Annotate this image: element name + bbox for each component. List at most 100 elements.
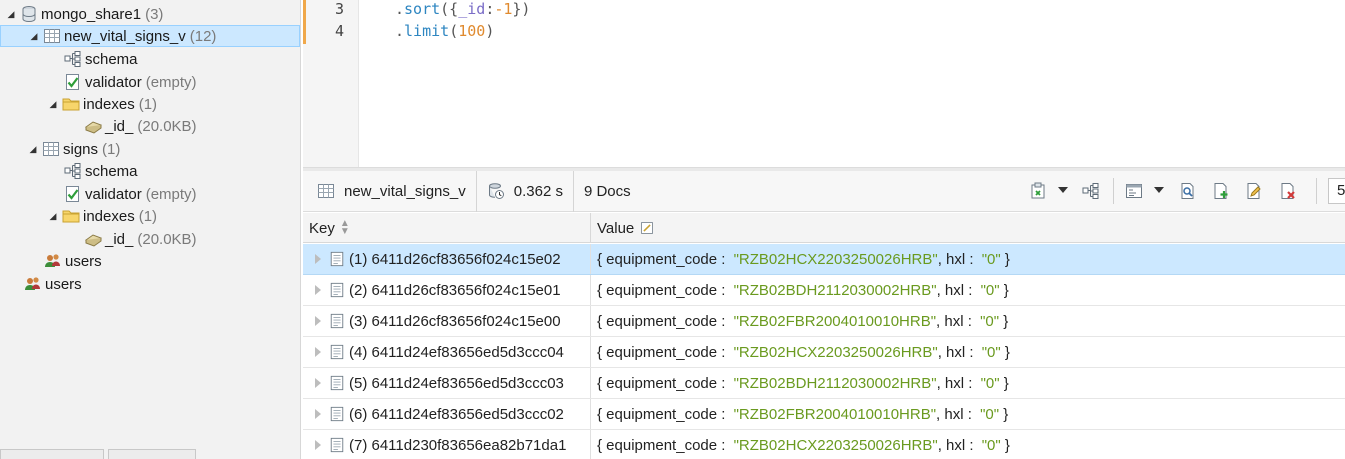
index-icon xyxy=(84,117,102,135)
view-mode-button[interactable] xyxy=(1124,181,1144,201)
export-button[interactable] xyxy=(1029,181,1049,201)
row-key-cell[interactable]: (2) 6411d26cf83656f024c15e01 xyxy=(303,275,591,305)
row-key-text: (7) 6411d230f83656ea82b71da1 xyxy=(349,436,567,454)
export-dropdown-caret-icon[interactable] xyxy=(1058,187,1068,193)
equipment-code-value: "RZB02FBR2004010010HRB" xyxy=(733,405,937,423)
expand-row-arrow-icon[interactable] xyxy=(315,285,321,295)
collection-icon xyxy=(42,140,60,158)
tree-item-index-id[interactable]: _id_ (20.0KB) xyxy=(0,115,300,137)
tree-item-collection-new-vital-signs-v[interactable]: ◢ new_vital_signs_v (12) xyxy=(0,25,300,47)
row-value-cell[interactable]: { equipment_code : "RZB02HCX2203250026HR… xyxy=(591,337,1010,367)
value-prefix: { equipment_code : xyxy=(597,312,730,330)
row-value-cell[interactable]: { equipment_code : "RZB02BDH2112030002HR… xyxy=(591,275,1009,305)
row-key-cell[interactable]: (6) 6411d24ef83656ed5d3ccc02 xyxy=(303,399,591,429)
row-value-cell[interactable]: { equipment_code : "RZB02FBR2004010010HR… xyxy=(591,306,1008,336)
tree-item-database[interactable]: ◢ mongo_share1 (3) xyxy=(0,3,300,25)
code-line[interactable]: .sort({_id:-1}) xyxy=(395,0,530,18)
edit-document-icon xyxy=(1247,183,1261,199)
table-row[interactable]: (2) 6411d26cf83656f024c15e01 { equipment_… xyxy=(303,275,1345,306)
collapse-arrow-icon[interactable]: ◢ xyxy=(6,9,16,19)
column-header-key[interactable]: Key ▲ ▼ xyxy=(303,213,591,243)
sort-icon[interactable]: ▲ ▼ xyxy=(340,219,350,237)
document-icon xyxy=(330,406,344,422)
schema-view-button[interactable] xyxy=(1081,181,1101,201)
row-value-cell[interactable]: { equipment_code : "RZB02HCX2203250026HR… xyxy=(591,244,1010,274)
expand-row-arrow-icon[interactable] xyxy=(315,409,321,419)
view-document-button[interactable] xyxy=(1178,181,1198,201)
tree-item-count: (empty) xyxy=(145,185,197,203)
tree-item-label: users xyxy=(65,252,102,270)
column-header-label: Value xyxy=(597,219,635,237)
row-key-cell[interactable]: (4) 6411d24ef83656ed5d3ccc04 xyxy=(303,337,591,367)
results-collection: new_vital_signs_v xyxy=(303,170,477,212)
tree-item-index-id[interactable]: _id_ (20.0KB) xyxy=(0,228,300,250)
tree-item-validator[interactable]: validator (empty) xyxy=(0,71,300,93)
edit-document-button[interactable] xyxy=(1244,181,1264,201)
view-mode-dropdown-caret-icon[interactable] xyxy=(1154,187,1164,193)
tree-item-count: (1) xyxy=(102,140,121,158)
row-key-cell[interactable]: (7) 6411d230f83656ea82b71da1 xyxy=(303,430,591,459)
collapse-arrow-icon[interactable]: ◢ xyxy=(29,31,39,41)
table-row[interactable]: (1) 6411d26cf83656f024c15e02 { equipment_… xyxy=(303,244,1345,275)
expand-row-arrow-icon[interactable] xyxy=(315,440,321,450)
panel-tab[interactable] xyxy=(0,449,104,459)
delete-document-button[interactable] xyxy=(1278,181,1298,201)
value-suffix: } xyxy=(1000,343,1010,361)
view-mode-icon xyxy=(1126,184,1142,198)
toolbar-separator xyxy=(1316,178,1317,204)
delete-document-icon xyxy=(1281,183,1295,199)
tree-item-collection-signs[interactable]: ◢ signs (1) xyxy=(0,138,300,160)
query-editor[interactable]: 3 4 .sort({_id:-1}) .limit(100) xyxy=(303,0,1345,168)
row-value-cell[interactable]: { equipment_code : "RZB02BDH2112030002HR… xyxy=(591,368,1009,398)
tree-item-validator[interactable]: validator (empty) xyxy=(0,183,300,205)
collapse-arrow-icon[interactable]: ◢ xyxy=(28,144,38,154)
document-icon xyxy=(330,437,344,453)
users-icon xyxy=(44,252,62,270)
code-line[interactable]: .limit(100) xyxy=(395,22,494,40)
tree-item-label: _id_ xyxy=(105,230,134,248)
value-suffix: } xyxy=(1000,436,1010,454)
row-key-cell[interactable]: (3) 6411d26cf83656f024c15e00 xyxy=(303,306,591,336)
tree-item-schema[interactable]: schema xyxy=(0,160,300,182)
table-row[interactable]: (3) 6411d26cf83656f024c15e00 { equipment_… xyxy=(303,306,1345,337)
row-value-cell[interactable]: { equipment_code : "RZB02FBR2004010010HR… xyxy=(591,399,1008,429)
database-icon xyxy=(20,5,38,23)
add-document-button[interactable] xyxy=(1211,181,1231,201)
expand-row-arrow-icon[interactable] xyxy=(315,347,321,357)
tree-item-count: (1) xyxy=(138,207,158,225)
tree-item-count: (20.0KB) xyxy=(137,117,197,135)
page-size-field[interactable]: 5 xyxy=(1328,178,1345,204)
row-key-text: (1) 6411d26cf83656f024c15e02 xyxy=(349,250,561,268)
tree-item-users[interactable]: users xyxy=(0,250,300,272)
results-grid-header: Key ▲ ▼ Value xyxy=(303,213,1345,243)
table-row[interactable]: (4) 6411d24ef83656ed5d3ccc04 { equipment_… xyxy=(303,337,1345,368)
tree-item-label: mongo_share1 xyxy=(41,5,142,23)
row-key-cell[interactable]: (1) 6411d26cf83656f024c15e02 xyxy=(303,244,591,274)
tree-item-schema[interactable]: schema xyxy=(0,48,300,70)
add-document-icon xyxy=(1214,183,1228,199)
tree-item-indexes[interactable]: ◢ indexes (1) xyxy=(0,205,300,227)
hxl-value: "0" xyxy=(981,250,1001,268)
line-number: 4 xyxy=(334,22,344,40)
tree-item-label: users xyxy=(45,275,82,293)
panel-tab[interactable] xyxy=(108,449,196,459)
expand-row-arrow-icon[interactable] xyxy=(315,254,321,264)
value-mid: , hxl : xyxy=(936,312,977,330)
tree-item-indexes[interactable]: ◢ indexes (1) xyxy=(0,93,300,115)
collapse-arrow-icon[interactable]: ◢ xyxy=(48,211,58,221)
tree-item-label: schema xyxy=(85,162,138,180)
schema-icon xyxy=(64,50,82,68)
collapse-arrow-icon[interactable]: ◢ xyxy=(48,99,58,109)
table-row[interactable]: (6) 6411d24ef83656ed5d3ccc02 { equipment_… xyxy=(303,399,1345,430)
value-prefix: { equipment_code : xyxy=(597,374,730,392)
row-key-cell[interactable]: (5) 6411d24ef83656ed5d3ccc03 xyxy=(303,368,591,398)
table-row[interactable]: (7) 6411d230f83656ea82b71da1 { equipment_… xyxy=(303,430,1345,459)
row-value-cell[interactable]: { equipment_code : "RZB02HCX2203250026HR… xyxy=(591,430,1010,459)
row-key-text: (6) 6411d24ef83656ed5d3ccc02 xyxy=(349,405,564,423)
tree-item-users-root[interactable]: users xyxy=(0,273,300,295)
expand-row-arrow-icon[interactable] xyxy=(315,378,321,388)
table-row[interactable]: (5) 6411d24ef83656ed5d3ccc03 { equipment_… xyxy=(303,368,1345,399)
expand-row-arrow-icon[interactable] xyxy=(315,316,321,326)
tree-item-count: (3) xyxy=(145,5,164,23)
column-header-value[interactable]: Value xyxy=(591,213,1345,243)
